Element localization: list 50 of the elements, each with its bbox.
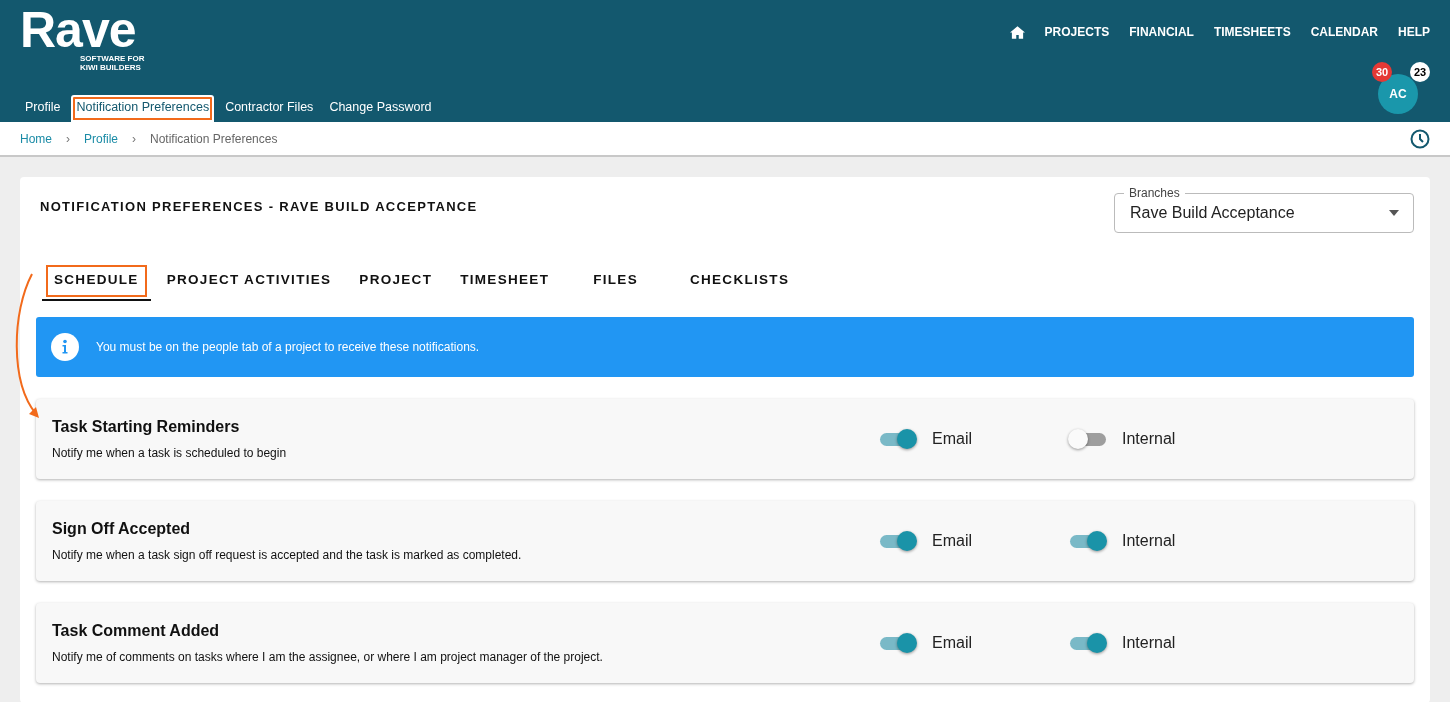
toggle-label: Email	[932, 532, 972, 550]
caret-icon	[1389, 210, 1399, 216]
profile-tab[interactable]: Profile	[20, 95, 66, 122]
toggle-switch[interactable]	[878, 428, 918, 450]
profile-tab[interactable]: Contractor Files	[220, 95, 319, 122]
notification-badge: 30	[1372, 62, 1392, 82]
card-title: NOTIFICATION PREFERENCES - RAVE BUILD ACCEPTANCE	[40, 199, 478, 214]
notification-description: Notify me when a task is scheduled to begin	[52, 446, 287, 460]
notification-description: Notify me of comments on tasks where I am the assignee, or where I am project manager of the project.	[52, 650, 603, 664]
logo-tagline: KIWI BUILDERS	[80, 63, 142, 72]
nav-link[interactable]: PROJECTS	[1044, 25, 1110, 39]
breadcrumb-separator: ›	[132, 131, 137, 146]
notification-title: Task Comment Added	[52, 622, 221, 640]
toggle-switch[interactable]	[878, 632, 918, 654]
section-tab[interactable]: PROJECT ACTIVITIES	[154, 261, 344, 301]
nav-link[interactable]: FINANCIAL	[1129, 25, 1194, 39]
toggle-switch[interactable]	[878, 530, 918, 552]
toggle-switch[interactable]	[1068, 632, 1108, 654]
profile-tab[interactable]: Change Password	[324, 95, 437, 122]
toggle-label: Email	[932, 430, 972, 448]
nav-link[interactable]: HELP	[1398, 25, 1430, 39]
nav-link[interactable]: CALENDAR	[1310, 25, 1378, 39]
nav-link[interactable]: TIMESHEETS	[1213, 25, 1291, 39]
logo-text: Rave	[20, 6, 136, 54]
toggle-label: Internal	[1122, 634, 1176, 652]
section-tab[interactable]: TIMESHEET	[448, 261, 562, 301]
notification-title: Sign Off Accepted	[52, 520, 192, 538]
breadcrumb-current: Notification Preferences	[150, 131, 278, 146]
select-value: Rave Build Acceptance	[1130, 204, 1295, 222]
clock-icon[interactable]	[1410, 128, 1430, 149]
message-badge: 23	[1410, 62, 1430, 82]
breadcrumb-link[interactable]: Home	[20, 131, 52, 146]
section-tab[interactable]: PROJECT	[347, 261, 445, 301]
toggle-label: Internal	[1122, 430, 1176, 448]
section-tab[interactable]: CHECKLISTS	[677, 261, 802, 301]
section-tab[interactable]: FILES	[581, 261, 650, 301]
toggle-label: Email	[932, 634, 972, 652]
toggle-switch[interactable]	[1068, 530, 1108, 552]
toggle-label: Internal	[1122, 532, 1176, 550]
home-icon[interactable]	[1009, 25, 1025, 39]
breadcrumb-separator: ›	[66, 131, 70, 146]
profile-tab[interactable]: Notification Preferences	[71, 95, 215, 122]
info-text: You must be on the people tab of a project to receive these notifications.	[96, 340, 480, 354]
toggle-switch[interactable]	[1068, 428, 1108, 450]
section-tab[interactable]: SCHEDULE	[42, 261, 151, 301]
notification-title: Task Starting Reminders	[52, 418, 241, 436]
info-icon	[50, 332, 80, 362]
notification-description: Notify me when a task sign off request is accepted and the task is marked as completed.	[52, 548, 522, 562]
breadcrumb-link[interactable]: Profile	[84, 131, 119, 146]
logo-tagline: SOFTWARE FOR	[80, 54, 145, 63]
